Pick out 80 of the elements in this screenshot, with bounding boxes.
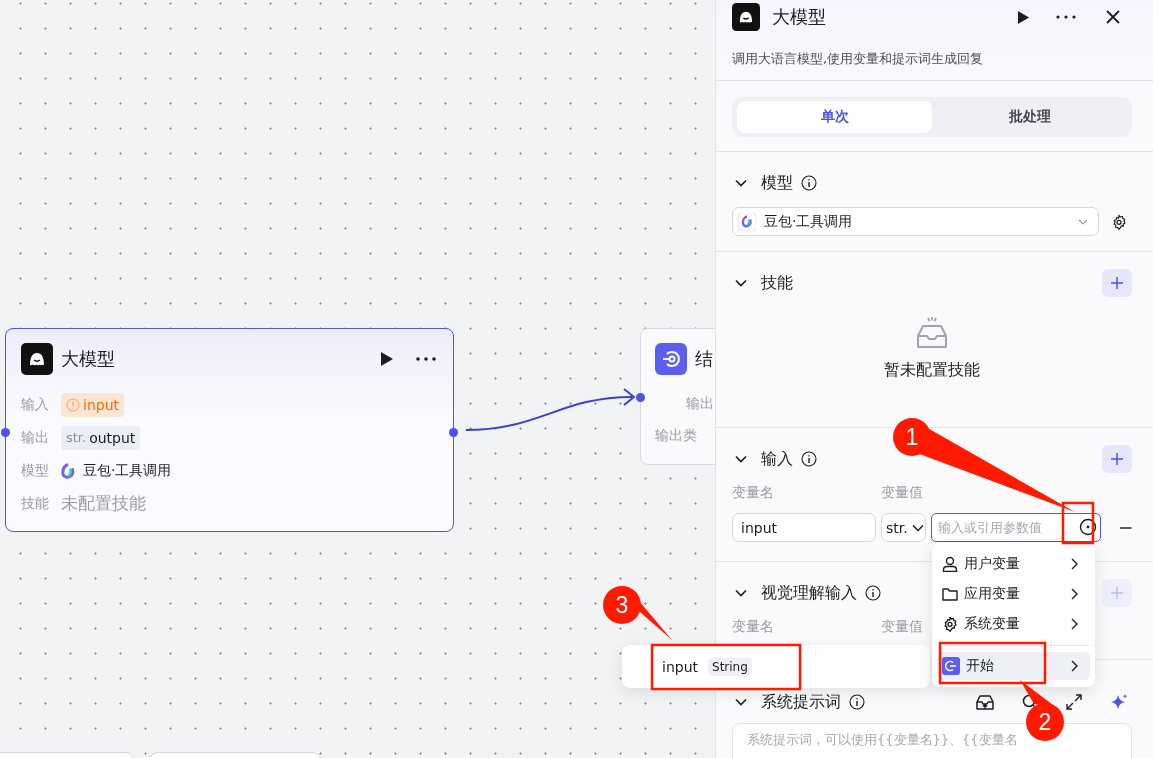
gear-icon xyxy=(942,616,958,632)
reference-icon[interactable] xyxy=(1079,518,1098,536)
chevron-right-icon xyxy=(1071,588,1078,600)
play-icon[interactable] xyxy=(380,351,394,367)
section-title: 视觉理解输入 xyxy=(761,582,857,604)
user-icon xyxy=(942,556,958,572)
mode-tab[interactable]: 批处理 xyxy=(932,101,1127,133)
mode-tab[interactable]: 单次 xyxy=(737,101,932,133)
more-icon[interactable] xyxy=(416,357,436,361)
empty-message: 暂未配置技能 xyxy=(884,360,980,381)
node-title: 结 xyxy=(695,347,713,371)
variable-name: output xyxy=(89,429,136,446)
start-node-icon xyxy=(942,657,960,675)
expand-icon[interactable] xyxy=(1066,694,1082,710)
end-node-icon xyxy=(655,343,687,375)
chevron-down-icon[interactable] xyxy=(735,589,747,597)
library-icon[interactable] xyxy=(976,693,994,711)
robot-icon xyxy=(21,343,53,375)
chevron-down-icon[interactable] xyxy=(735,179,747,187)
field-label: 输出类 xyxy=(655,427,697,445)
column-label: 变量名 xyxy=(732,618,775,636)
column-label: 变量名 xyxy=(732,484,775,502)
plus-icon xyxy=(1110,586,1124,600)
connection-port[interactable] xyxy=(1,428,10,437)
section-title: 系统提示词 xyxy=(761,691,841,713)
panel-description: 调用大语言模型,使用变量和提示词生成回复 xyxy=(732,50,985,68)
connection-port[interactable] xyxy=(449,428,458,437)
empty-value: 未配置技能 xyxy=(61,492,146,515)
chevron-down-icon xyxy=(1078,218,1088,225)
chevron-right-icon xyxy=(1071,660,1078,672)
connection-port[interactable] xyxy=(636,393,645,402)
column-label: 变量值 xyxy=(881,618,923,636)
add-button[interactable] xyxy=(1102,445,1132,473)
section-title: 输入 xyxy=(761,448,793,470)
menu-item[interactable]: 开始 xyxy=(937,652,1090,680)
info-icon xyxy=(865,585,881,601)
section-title: 模型 xyxy=(761,172,793,194)
variable-value-field[interactable]: 输入或引用参数值 xyxy=(931,513,1102,542)
menu-item[interactable]: 应用变量 xyxy=(937,579,1090,609)
folder-icon xyxy=(942,586,958,602)
plus-icon xyxy=(1110,276,1124,290)
variable-name: input xyxy=(83,396,119,413)
column-label: 变量值 xyxy=(881,484,923,502)
field-label: 技能 xyxy=(21,494,50,513)
menu-item[interactable]: 系统变量 xyxy=(937,609,1090,639)
empty-inbox-icon xyxy=(915,316,949,350)
menu-item[interactable]: 用户变量 xyxy=(937,549,1090,579)
chevron-right-icon xyxy=(1071,558,1078,570)
warning-icon xyxy=(66,397,80,412)
field-label: 模型 xyxy=(21,461,50,480)
chevron-down-icon xyxy=(911,523,924,532)
chevron-down-icon[interactable] xyxy=(735,279,747,287)
plus-icon xyxy=(1110,452,1124,466)
info-icon xyxy=(849,694,865,710)
more-icon[interactable] xyxy=(1056,15,1076,19)
info-icon xyxy=(801,451,817,467)
settings-icon[interactable] xyxy=(1111,213,1127,230)
model-select[interactable]: 豆包·工具调用 xyxy=(732,207,1099,236)
model-logo-icon xyxy=(61,462,75,479)
type-label: str. xyxy=(66,430,87,445)
variable-option[interactable]: input String xyxy=(658,654,756,679)
field-label: 输入 xyxy=(21,395,50,414)
field-label: 输出 xyxy=(21,428,50,447)
panel-title: 大模型 xyxy=(772,5,826,29)
node-title: 大模型 xyxy=(61,347,115,371)
variable-name-field[interactable]: input xyxy=(732,513,876,542)
model-logo-icon xyxy=(738,212,756,231)
chevron-down-icon[interactable] xyxy=(735,455,747,463)
play-icon[interactable] xyxy=(1017,9,1030,25)
chevron-down-icon[interactable] xyxy=(735,698,747,706)
section-title: 技能 xyxy=(761,272,793,294)
field-label: 输出 xyxy=(686,395,714,413)
robot-icon xyxy=(732,3,760,31)
model-name: 豆包·工具调用 xyxy=(83,461,172,480)
chevron-right-icon xyxy=(1071,618,1078,630)
type-select[interactable]: str. xyxy=(881,513,927,542)
add-button[interactable] xyxy=(1102,269,1132,297)
close-icon[interactable] xyxy=(1106,10,1120,24)
remove-icon[interactable] xyxy=(1120,526,1132,529)
info-icon xyxy=(801,175,817,191)
